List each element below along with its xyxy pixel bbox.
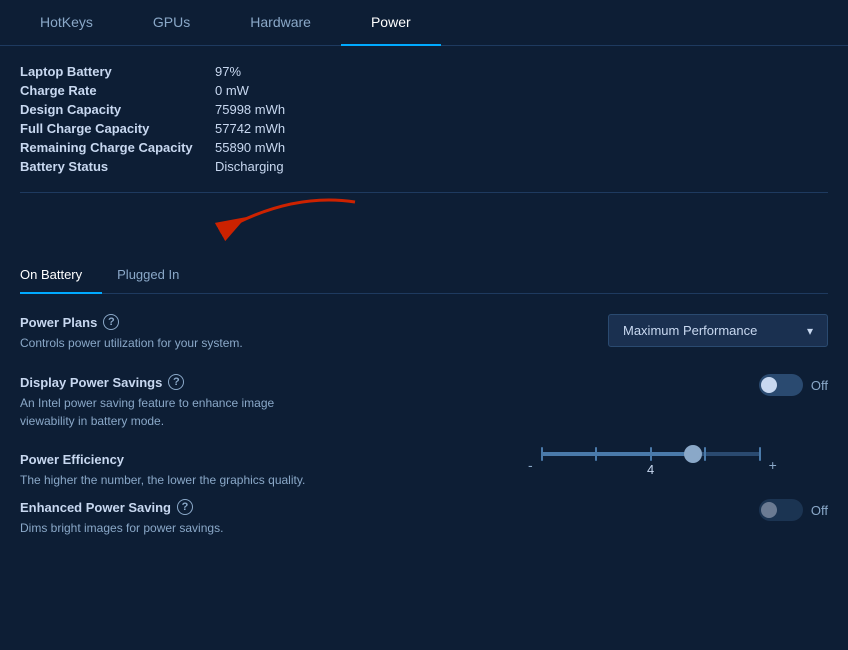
power-plans-left: Power Plans ? Controls power utilization… bbox=[20, 314, 440, 352]
laptop-battery-value: 97% bbox=[215, 64, 415, 79]
tab-hotkeys[interactable]: HotKeys bbox=[10, 0, 123, 46]
power-plans-title-area: Power Plans ? bbox=[20, 314, 440, 330]
sub-tab-plugged-in[interactable]: Plugged In bbox=[112, 257, 199, 294]
sub-tabs: On Battery Plugged In bbox=[20, 257, 828, 294]
battery-status-value: Discharging bbox=[215, 159, 415, 174]
full-charge-value: 57742 mWh bbox=[215, 121, 415, 136]
design-capacity-label: Design Capacity bbox=[20, 102, 215, 117]
power-efficiency-title: Power Efficiency bbox=[20, 452, 124, 467]
battery-info-section: Laptop Battery 97% Charge Rate 0 mW Desi… bbox=[20, 64, 828, 174]
display-power-savings-toggle[interactable] bbox=[759, 374, 803, 396]
slider-max-label: + bbox=[769, 457, 777, 473]
app-container: HotKeys GPUs Hardware Power Laptop Batte… bbox=[0, 0, 848, 650]
power-efficiency-slider-container: - bbox=[528, 452, 828, 477]
power-efficiency-value: 4 bbox=[647, 462, 654, 477]
power-efficiency-row: Power Efficiency The higher the number, … bbox=[20, 452, 828, 489]
power-plans-dropdown[interactable]: Maximum Performance ▾ bbox=[608, 314, 828, 347]
enhanced-power-saving-toggle[interactable] bbox=[759, 499, 803, 521]
tab-power[interactable]: Power bbox=[341, 0, 441, 46]
display-power-savings-desc: An Intel power saving feature to enhance… bbox=[20, 394, 440, 430]
enhanced-toggle-thumb bbox=[761, 502, 777, 518]
power-plans-help-icon[interactable]: ? bbox=[103, 314, 119, 330]
enhanced-power-saving-row: Enhanced Power Saving ? Dims bright imag… bbox=[20, 499, 828, 537]
remaining-charge-value: 55890 mWh bbox=[215, 140, 415, 155]
power-efficiency-title-area: Power Efficiency bbox=[20, 452, 440, 467]
slider-min-label: - bbox=[528, 457, 533, 473]
divider-1 bbox=[20, 192, 828, 193]
power-plans-right: Maximum Performance ▾ bbox=[608, 314, 828, 347]
power-plans-title: Power Plans bbox=[20, 315, 97, 330]
display-power-savings-title: Display Power Savings bbox=[20, 375, 162, 390]
power-plans-desc: Controls power utilization for your syst… bbox=[20, 334, 440, 352]
power-efficiency-right: - bbox=[528, 452, 828, 477]
enhanced-power-saving-toggle-label: Off bbox=[811, 503, 828, 518]
charge-rate-value: 0 mW bbox=[215, 83, 415, 98]
power-plans-selected: Maximum Performance bbox=[623, 323, 757, 338]
slider-tick-5 bbox=[759, 447, 761, 461]
slider-track-wrapper: 4 bbox=[541, 452, 761, 477]
display-power-savings-title-area: Display Power Savings ? bbox=[20, 374, 440, 390]
power-efficiency-left: Power Efficiency The higher the number, … bbox=[20, 452, 440, 489]
display-power-savings-help-icon[interactable]: ? bbox=[168, 374, 184, 390]
power-efficiency-slider-track[interactable] bbox=[541, 452, 761, 456]
tab-gpus[interactable]: GPUs bbox=[123, 0, 220, 46]
main-content: Laptop Battery 97% Charge Rate 0 mW Desi… bbox=[0, 46, 848, 650]
arrow-icon bbox=[170, 187, 370, 247]
toggle-thumb bbox=[761, 377, 777, 393]
display-power-savings-toggle-label: Off bbox=[811, 378, 828, 393]
display-power-savings-right: Off bbox=[759, 374, 828, 396]
slider-tick-4 bbox=[704, 447, 706, 461]
full-charge-label: Full Charge Capacity bbox=[20, 121, 215, 136]
enhanced-power-saving-desc: Dims bright images for power savings. bbox=[20, 519, 440, 537]
laptop-battery-label: Laptop Battery bbox=[20, 64, 215, 79]
enhanced-power-saving-toggle-container: Off bbox=[759, 499, 828, 521]
enhanced-power-saving-help-icon[interactable]: ? bbox=[177, 499, 193, 515]
dropdown-chevron-icon: ▾ bbox=[807, 324, 813, 338]
tab-hardware[interactable]: Hardware bbox=[220, 0, 341, 46]
power-efficiency-desc: The higher the number, the lower the gra… bbox=[20, 471, 440, 489]
display-power-savings-toggle-container: Off bbox=[759, 374, 828, 396]
sub-tab-on-battery[interactable]: On Battery bbox=[20, 257, 102, 294]
charge-rate-label: Charge Rate bbox=[20, 83, 215, 98]
slider-fill bbox=[541, 452, 691, 456]
slider-thumb[interactable] bbox=[684, 445, 702, 463]
display-power-savings-left: Display Power Savings ? An Intel power s… bbox=[20, 374, 440, 430]
design-capacity-value: 75998 mWh bbox=[215, 102, 415, 117]
nav-tabs: HotKeys GPUs Hardware Power bbox=[0, 0, 848, 46]
arrow-annotation bbox=[20, 207, 828, 257]
enhanced-power-saving-title-area: Enhanced Power Saving ? bbox=[20, 499, 440, 515]
display-power-savings-row: Display Power Savings ? An Intel power s… bbox=[20, 374, 828, 430]
power-plans-row: Power Plans ? Controls power utilization… bbox=[20, 314, 828, 352]
enhanced-power-saving-title: Enhanced Power Saving bbox=[20, 500, 171, 515]
enhanced-power-saving-right: Off bbox=[759, 499, 828, 521]
battery-status-label: Battery Status bbox=[20, 159, 215, 174]
enhanced-power-saving-left: Enhanced Power Saving ? Dims bright imag… bbox=[20, 499, 440, 537]
remaining-charge-label: Remaining Charge Capacity bbox=[20, 140, 215, 155]
